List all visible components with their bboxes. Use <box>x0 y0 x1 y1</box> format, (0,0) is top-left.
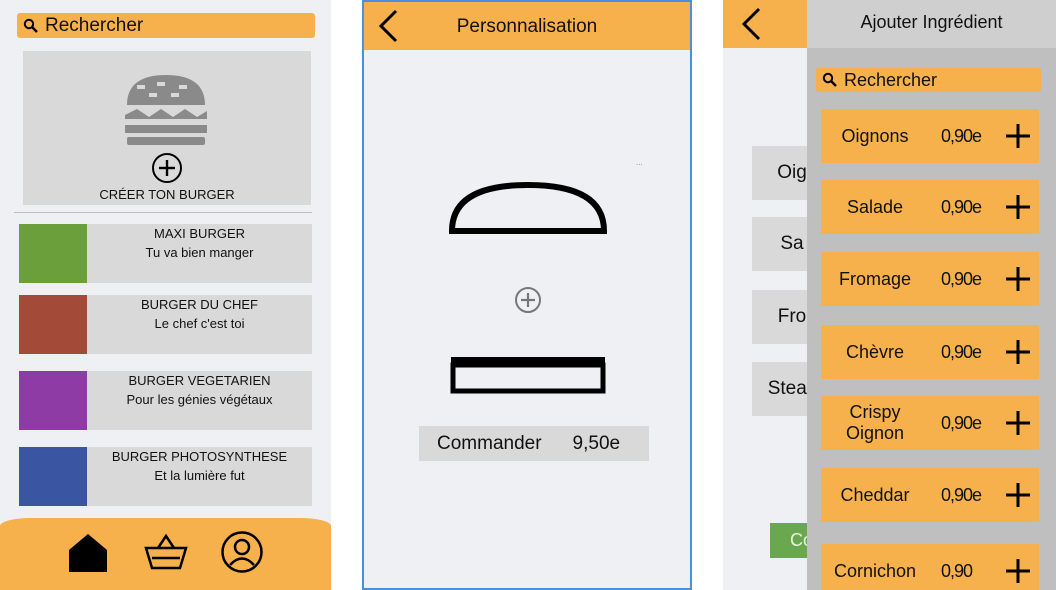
ingredient-price: 0,90 <box>941 560 973 581</box>
burger-name: BURGER DU CHEF <box>140 297 258 312</box>
plus-icon[interactable] <box>1005 482 1031 508</box>
ingredient-name: Fromage <box>838 268 912 289</box>
ingredient-row-chevre: Chèvre 0,90e <box>821 325 1039 379</box>
ingredient-name: Oignons <box>841 125 909 146</box>
ingredient-price: 0,90e <box>941 125 982 146</box>
home-screen: Rechercher CRÉER TON BURGER MAXI BURGER … <box>0 0 331 590</box>
dots: ... <box>636 158 643 167</box>
plus-icon[interactable] <box>1005 266 1031 292</box>
ingredient-panel: Ajouter Ingrédient Rechercher Oignons 0,… <box>807 0 1056 590</box>
burger-name: BURGER VEGETARIEN <box>128 373 271 388</box>
ingredient-price: 0,90e <box>941 196 982 217</box>
create-burger-label: CRÉER TON BURGER <box>99 187 235 202</box>
ingredient-name: Salade <box>846 196 904 217</box>
ingredient-name: Cornichon <box>833 560 917 581</box>
ingredient-name: Chèvre <box>845 341 905 362</box>
add-ingredient-screen: Oig Sa Fro Steak Co Ajouter Ingrédient R… <box>723 0 1056 590</box>
top-bun-icon <box>448 181 608 234</box>
order-label: Commander <box>437 432 542 454</box>
burger-card-chef[interactable]: BURGER DU CHEF Le chef c'est toi <box>19 295 312 354</box>
basket-icon[interactable] <box>144 530 188 574</box>
ingredient-price: 0,90e <box>941 484 982 505</box>
burger-card-photosynthese[interactable]: BURGER PHOTOSYNTHESE Et la lumière fut <box>19 447 312 506</box>
burger-thumbnail <box>19 371 87 430</box>
plus-icon[interactable] <box>1005 123 1031 149</box>
burger-thumbnail <box>19 447 87 506</box>
plus-icon[interactable] <box>1005 339 1031 365</box>
ingredient-row-fromage: Fromage 0,90e <box>821 252 1039 306</box>
burger-card-vegetarien[interactable]: BURGER VEGETARIEN Pour les génies végéta… <box>19 371 312 430</box>
panel-title: Ajouter Ingrédient <box>860 12 1003 32</box>
burger-thumbnail <box>19 295 87 354</box>
burger-tagline: Et la lumière fut <box>154 468 245 483</box>
add-circle-icon[interactable] <box>151 152 183 184</box>
header: Personnalisation <box>364 2 690 50</box>
customize-screen: Personnalisation ... Commander 9,50e <box>362 0 692 590</box>
ingredient-name: Crispy Oignon <box>845 402 905 443</box>
ingredient-row-salade: Salade 0,90e <box>821 180 1039 234</box>
add-ingredient-icon[interactable] <box>514 286 542 314</box>
bottom-nav <box>0 518 331 590</box>
burger-card-maxi[interactable]: MAXI BURGER Tu va bien manger <box>19 224 312 283</box>
ingredient-row-oignons: Oignons 0,90e <box>821 109 1039 163</box>
divider <box>14 212 312 213</box>
home-icon[interactable] <box>66 530 110 574</box>
plus-icon[interactable] <box>1005 558 1031 584</box>
profile-icon[interactable] <box>220 530 264 574</box>
burger-tagline: Tu va bien manger <box>145 245 254 260</box>
ingredient-search-bar[interactable]: Rechercher <box>816 68 1041 92</box>
page-title: Personnalisation <box>456 16 598 37</box>
panel-header: Ajouter Ingrédient <box>807 0 1056 48</box>
create-burger-card[interactable]: CRÉER TON BURGER <box>23 51 311 205</box>
plus-icon[interactable] <box>1005 410 1031 436</box>
search-placeholder: Rechercher <box>844 69 938 90</box>
burger-thumbnail <box>19 224 87 283</box>
ingredient-price: 0,90e <box>941 412 982 433</box>
burger-icon <box>125 75 207 145</box>
order-price: 9,50e <box>572 432 621 454</box>
search-icon <box>23 18 38 33</box>
ingredient-price: 0,90e <box>941 341 982 362</box>
ingredient-row-crispy-oignon: Crispy Oignon 0,90e <box>821 396 1039 450</box>
order-button[interactable]: Commander 9,50e <box>419 426 649 461</box>
search-icon <box>822 72 837 87</box>
ingredient-row-cheddar: Cheddar 0,90e <box>821 468 1039 522</box>
burger-tagline: Le chef c'est toi <box>154 316 245 331</box>
back-arrow-icon[interactable] <box>739 6 763 42</box>
ingredient-name: Cheddar <box>840 484 910 505</box>
burger-name: MAXI BURGER <box>153 226 245 241</box>
search-placeholder: Rechercher <box>45 14 144 36</box>
plus-icon[interactable] <box>1005 194 1031 220</box>
burger-tagline: Pour les génies végétaux <box>126 392 273 407</box>
ingredient-row-cornichon: Cornichon 0,90 <box>821 544 1039 590</box>
burger-name: BURGER PHOTOSYNTHESE <box>111 449 288 464</box>
search-bar[interactable]: Rechercher <box>17 13 315 38</box>
bottom-bun-icon <box>450 357 606 394</box>
ingredient-price: 0,90e <box>941 268 982 289</box>
